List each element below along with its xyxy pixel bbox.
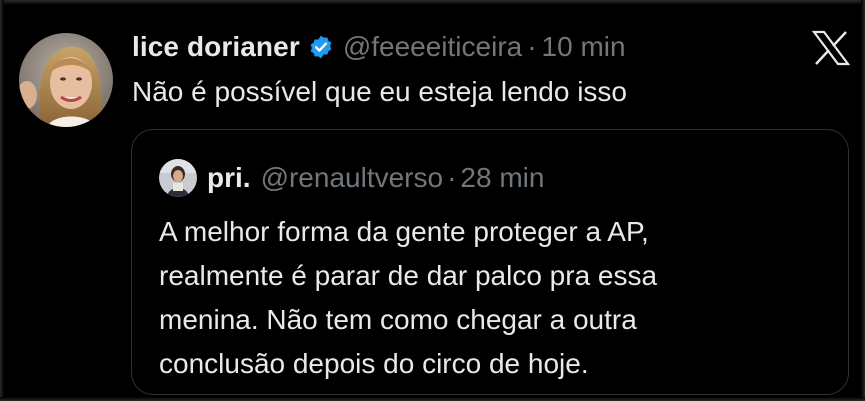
- quoted-author-display-name[interactable]: pri.: [207, 162, 251, 194]
- quoted-tweet-timestamp[interactable]: 28 min: [460, 162, 544, 194]
- frame-edge-bottom: [0, 397, 865, 401]
- tweet-text: Não é possível que eu esteja lendo isso: [132, 76, 627, 107]
- quoted-text-line: realmente é parar de dar palco pra essa: [159, 260, 658, 291]
- tweet-screenshot: lice dorianer @feeeeiticeira · 10 min Nã…: [0, 0, 865, 401]
- quoted-separator-dot: ·: [447, 162, 457, 193]
- quoted-text-line: conclusão depois do circo de hoje.: [159, 348, 589, 379]
- tweet-timestamp[interactable]: 10 min: [542, 31, 626, 63]
- quoted-text-line: A melhor forma da gente proteger a AP,: [159, 216, 649, 247]
- frame-edge-top: [0, 0, 865, 5]
- quoted-author-handle[interactable]: @renaultverso: [261, 162, 444, 194]
- quoted-tweet-header: pri. @renaultverso · 28 min: [159, 158, 544, 198]
- x-logo-icon: [811, 30, 851, 66]
- quoted-tweet-card[interactable]: pri. @renaultverso · 28 min A melhor for…: [131, 129, 849, 395]
- quoted-author-avatar[interactable]: [159, 159, 197, 197]
- separator-dot: ·: [527, 31, 537, 62]
- quoted-text-line: menina. Não tem como chegar a outra: [159, 304, 637, 335]
- author-avatar[interactable]: [19, 33, 113, 127]
- author-display-name[interactable]: lice dorianer: [132, 31, 300, 63]
- author-handle[interactable]: @feeeeiticeira: [343, 31, 522, 63]
- tweet-header: lice dorianer @feeeeiticeira · 10 min: [132, 27, 626, 67]
- frame-edge-right: [861, 0, 865, 401]
- frame-edge-left: [0, 0, 4, 401]
- quoted-tweet-text: A melhor forma da gente proteger a AP, r…: [159, 210, 829, 386]
- verified-badge-icon[interactable]: [308, 34, 334, 60]
